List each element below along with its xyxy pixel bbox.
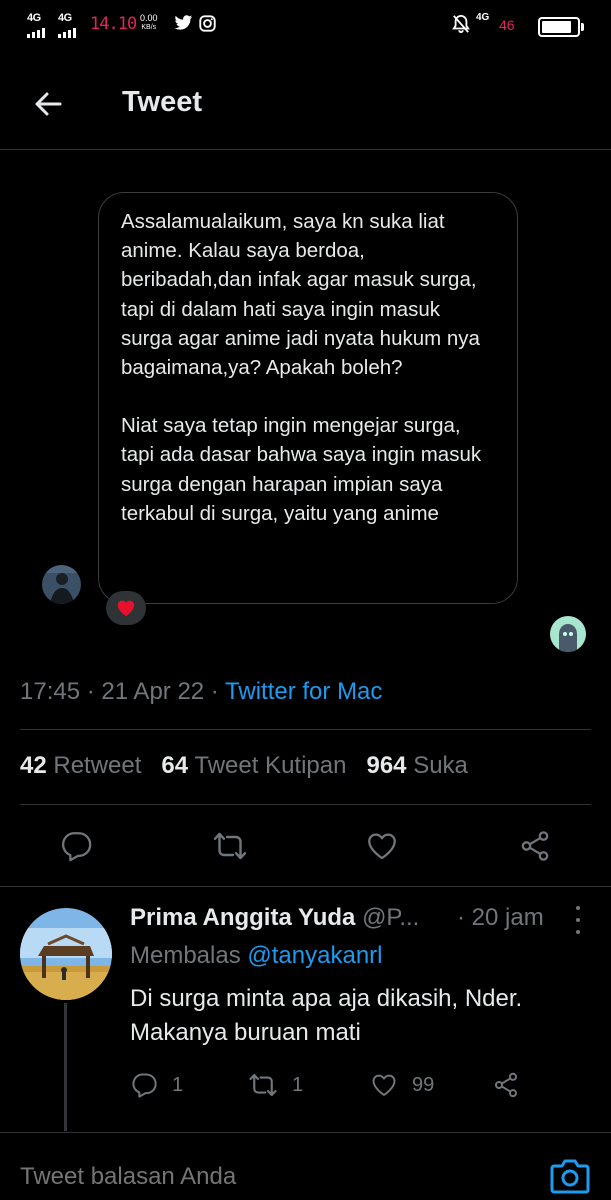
tweet-action-bar [0,826,611,868]
more-options-icon[interactable] [572,906,584,934]
tweet-source-link[interactable]: Twitter for Mac [225,678,382,705]
quotes-count: 64 [161,752,189,779]
heart-reaction-icon [117,600,135,617]
dm-message-bubble: Assalamualaikum, saya kn suka liat anime… [98,192,518,604]
network-speed: 0.00 KB/s [140,13,158,33]
dm-paragraph-1: Assalamualaikum, saya kn suka liat anime… [121,210,480,380]
status-bar: 4G 4G 14.10 0.00 KB/s 4G 46 [0,0,611,56]
top-app-bar: Tweet [0,70,611,150]
retweets-stat[interactable]: 42 Retweet [20,752,141,780]
reply-retweet-button[interactable]: 1 [248,1068,303,1102]
receiver-avatar [550,616,586,652]
reply-action-bar: 1 1 99 [0,1068,611,1102]
reply-share-button[interactable] [492,1068,520,1102]
signal-bars-icon [27,28,45,38]
speed-value: 0.00 [140,13,158,23]
reply-button[interactable] [56,826,96,866]
thread-line [64,1003,67,1131]
likes-count: 964 [366,752,407,779]
share-icon [521,831,549,861]
reply-reply-button[interactable]: 1 [130,1068,183,1102]
mute-icon [452,14,470,34]
like-icon [372,1074,396,1096]
reply-icon [61,832,92,862]
clock: 14.10 [90,14,137,34]
divider [0,886,611,887]
sender-avatar [42,565,81,604]
tweet-date: 21 Apr 22 [101,678,205,705]
page-title: Tweet [122,86,203,118]
speed-unit: KB/s [141,24,157,31]
network-indicator-1: 4G [27,12,41,24]
instagram-icon [199,15,216,32]
battery-icon [538,17,580,37]
retweet-icon [213,832,247,860]
share-icon [494,1072,518,1098]
tweet-stats: 42 Retweet 64 Tweet Kutipan 964 Suka [20,752,468,780]
reply-retweet-count: 1 [292,1073,304,1096]
signal-strength: 46 [499,17,515,33]
replying-to-label: Membalas [130,942,241,969]
reply-reply-count: 1 [172,1073,184,1096]
like-button[interactable] [362,826,402,866]
quotes-stat[interactable]: 64 Tweet Kutipan [161,752,346,780]
tweet-timestamp: 17:45 · 21 Apr 22 · Twitter for Mac [20,678,383,705]
reply-composer [0,1132,611,1200]
reply-author-handle: @P... [362,904,420,931]
likes-stat[interactable]: 964 Suka [366,752,467,780]
like-icon [368,833,396,860]
likes-label: Suka [413,752,468,779]
tweet-time: 17:45 [20,678,81,705]
reply-timestamp: · 20 jam [457,904,544,932]
reply-icon [132,1073,157,1098]
divider [20,729,591,730]
dm-paragraph-2: Niat saya tetap ingin mengejar surga, ta… [121,414,482,525]
battery-tip [581,23,584,31]
network-indicator-3: 4G [476,12,490,23]
signal-bars-icon-2 [58,28,76,38]
reply-author-name: Prima Anggita Yuda [130,904,356,931]
retweet-button[interactable] [210,826,250,866]
reply-text: Di surga minta apa aja dikasih, Nder. Ma… [130,985,523,1046]
battery-fill [542,21,571,33]
network-indicator-2: 4G [58,12,72,24]
retweet-icon [249,1073,277,1097]
reply-author-avatar[interactable] [20,908,112,1000]
retweets-count: 42 [20,752,47,779]
camera-icon[interactable] [549,1156,591,1196]
retweets-label: Retweet [53,752,142,779]
replying-to: Membalas @tanyakanrl [130,942,382,970]
reply-like-count: 99 [412,1073,435,1096]
heart-reaction [106,591,146,625]
share-button[interactable] [515,826,555,866]
replying-to-mention[interactable]: @tanyakanrl [247,942,382,969]
arrow-left-icon[interactable] [30,86,66,122]
reply-like-button[interactable]: 99 [370,1068,434,1102]
quotes-label: Tweet Kutipan [194,752,347,779]
reply-input[interactable] [20,1163,520,1191]
twitter-icon [174,15,193,30]
divider [20,804,591,805]
